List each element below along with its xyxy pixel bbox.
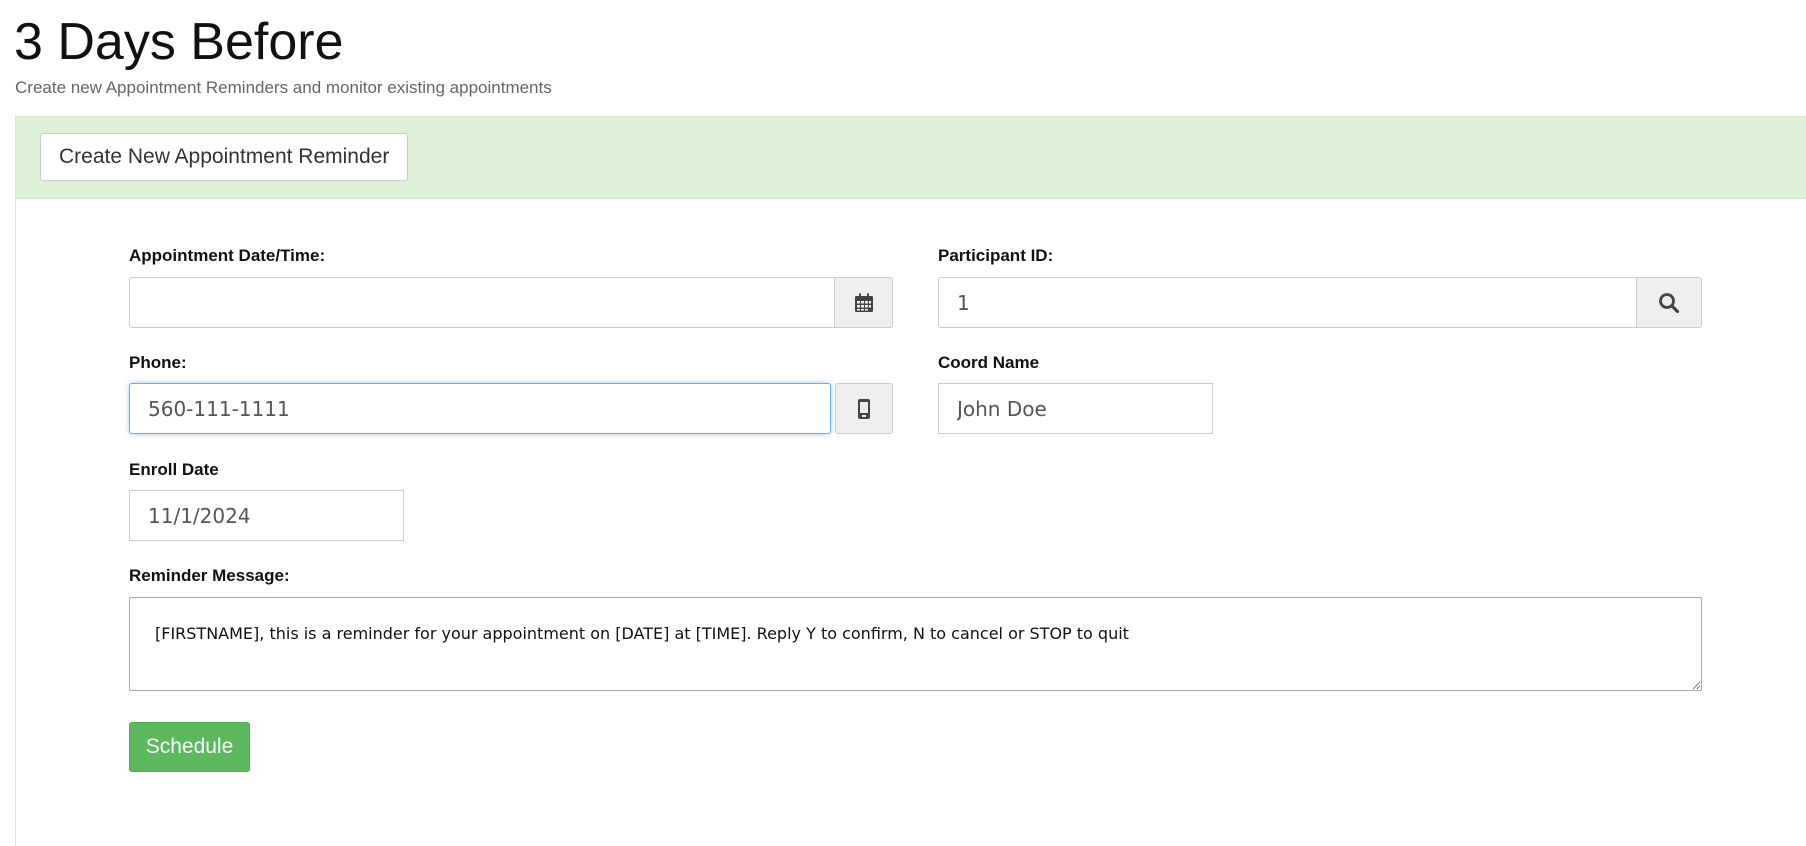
enroll-date-label: Enroll Date — [129, 460, 219, 479]
appointment-datetime-input[interactable] — [129, 277, 835, 328]
mobile-phone-icon — [858, 398, 870, 419]
appointment-datetime-group — [129, 277, 893, 328]
appointment-datetime-label: Appointment Date/Time: — [129, 246, 326, 265]
phone-group — [129, 383, 893, 434]
page-title: 3 Days Before — [14, 13, 344, 71]
phone-button[interactable] — [835, 383, 893, 434]
panel-heading: Create New Appointment Reminder — [16, 117, 1806, 199]
phone-input[interactable] — [129, 383, 831, 434]
participant-id-input[interactable] — [938, 277, 1637, 328]
schedule-button[interactable]: Schedule — [129, 722, 250, 772]
calendar-icon — [854, 293, 873, 312]
search-icon — [1659, 292, 1680, 313]
reminder-message-textarea[interactable]: [FIRSTNAME], this is a reminder for your… — [129, 597, 1702, 691]
create-new-reminder-button[interactable]: Create New Appointment Reminder — [40, 133, 409, 181]
page-subtitle: Create new Appointment Reminders and mon… — [15, 78, 552, 97]
participant-search-button[interactable] — [1637, 277, 1702, 328]
coord-name-label: Coord Name — [938, 353, 1040, 372]
enroll-date-input[interactable] — [129, 490, 404, 541]
reminder-message-label: Reminder Message: — [129, 566, 290, 585]
coord-name-input[interactable] — [938, 383, 1213, 434]
reminder-panel: Create New Appointment Reminder — [15, 116, 1806, 846]
participant-id-label: Participant ID: — [938, 246, 1054, 265]
phone-label: Phone: — [129, 353, 187, 372]
calendar-button[interactable] — [835, 277, 893, 328]
participant-id-group — [938, 277, 1702, 328]
